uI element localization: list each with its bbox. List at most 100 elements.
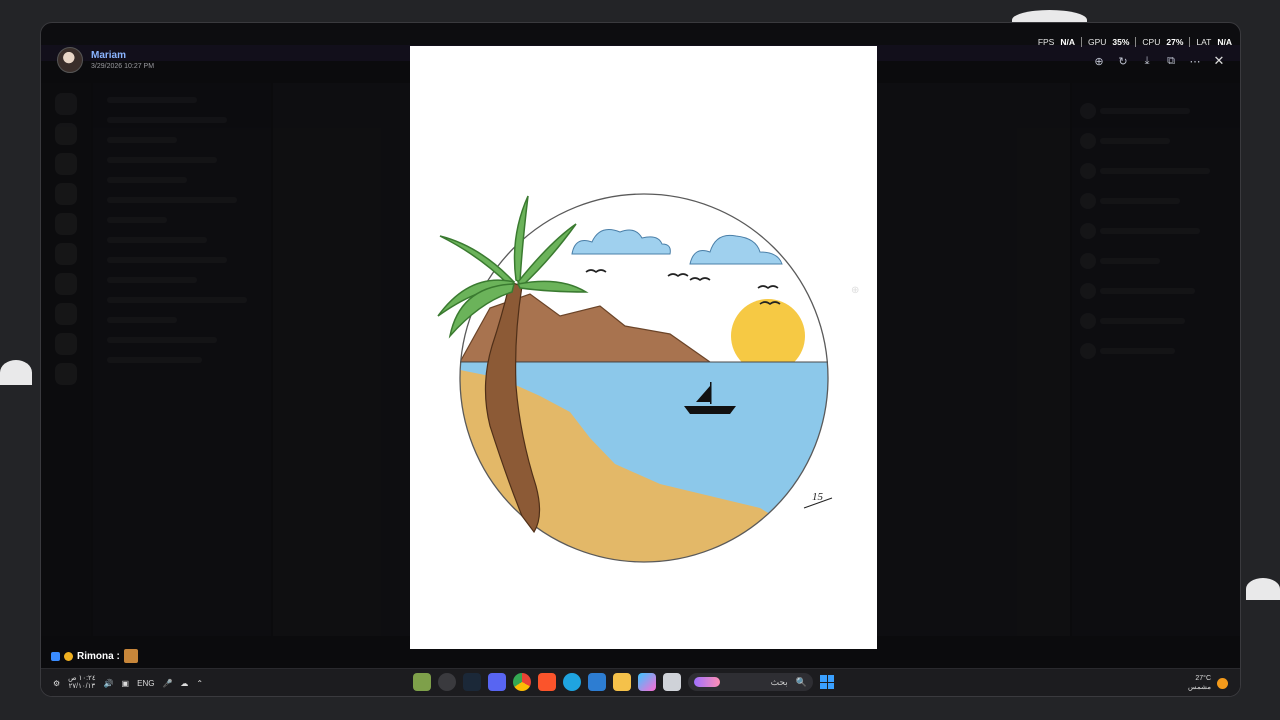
zoom-icon[interactable]: ⊕ xyxy=(1092,55,1106,68)
divider xyxy=(1080,37,1082,47)
channel-item xyxy=(107,337,217,343)
performance-overlay: FPS N/A GPU 35% CPU 27% LAT N/A xyxy=(1038,37,1232,47)
clock[interactable]: ١٠:٢٤ ص ٢٧/١٠/١٣ xyxy=(68,675,95,691)
channel-item xyxy=(107,237,207,243)
task-view-icon[interactable] xyxy=(663,673,681,691)
toast-username: Rimona : xyxy=(77,650,120,662)
channel-list xyxy=(93,83,271,636)
member-name xyxy=(1100,138,1170,144)
sunny-weather-icon xyxy=(1217,677,1228,689)
member-avatar xyxy=(1080,133,1096,149)
fps-label: FPS xyxy=(1037,37,1055,47)
weather-desc: مشمس xyxy=(1188,684,1211,691)
member-avatar xyxy=(1080,223,1096,239)
channel-item xyxy=(107,317,177,323)
server-icon xyxy=(55,93,77,115)
clock-date: ٢٧/١٠/١٣ xyxy=(68,683,96,690)
chevron-up-icon[interactable]: ⌃ xyxy=(196,679,203,688)
server-icon xyxy=(55,273,77,295)
member-avatar xyxy=(1080,313,1096,329)
search-highlight-icon xyxy=(694,677,720,687)
pinned-apps: بحث 🔍 xyxy=(413,673,834,691)
boost-badge-icon xyxy=(51,651,60,661)
settings-icon[interactable]: ⚙ xyxy=(53,679,60,688)
channel-item xyxy=(107,157,217,163)
store-app-icon[interactable] xyxy=(588,673,606,691)
coin-badge-icon xyxy=(64,651,73,661)
copilot-app-icon[interactable] xyxy=(638,673,656,691)
search-icon: 🔍 xyxy=(795,676,807,687)
server-icon xyxy=(55,213,77,235)
server-icon xyxy=(55,153,77,175)
zoom-in-cursor-icon: ⊕ xyxy=(851,285,860,296)
member-avatar xyxy=(1080,103,1096,119)
lat-label: LAT xyxy=(1196,37,1212,47)
divider xyxy=(1189,37,1191,47)
author-name[interactable]: Mariam xyxy=(91,50,154,61)
edge-app-icon[interactable] xyxy=(563,673,581,691)
server-icon xyxy=(55,183,77,205)
open-external-icon[interactable]: ⧉ xyxy=(1164,55,1178,68)
member-name xyxy=(1100,318,1185,324)
desktop-cloud xyxy=(1246,578,1280,600)
beach-drawing: 15 xyxy=(437,193,833,563)
taskbar: ⚙ ١٠:٢٤ ص ٢٧/١٠/١٣ 🔊 ▣ ENG 🎤 ☁ ⌃ بحث 🔍 2… xyxy=(41,668,1240,696)
fps-value: N/A xyxy=(1060,37,1075,47)
avatar[interactable] xyxy=(57,47,83,73)
display-icon[interactable]: ▣ xyxy=(122,679,130,688)
volume-icon[interactable]: 🔊 xyxy=(104,679,114,688)
member-name xyxy=(1100,198,1180,204)
activity-toast[interactable]: Rimona : xyxy=(51,649,138,663)
gpu-label: GPU xyxy=(1087,37,1107,47)
member-name xyxy=(1100,168,1210,174)
clock-app-icon[interactable] xyxy=(438,673,456,691)
member-avatar xyxy=(1080,163,1096,179)
minecraft-app-icon[interactable] xyxy=(413,673,431,691)
media-author: Mariam 3/29/2026 10:27 PM xyxy=(57,47,154,73)
member-list xyxy=(1072,83,1240,636)
channel-item xyxy=(107,297,247,303)
member-avatar xyxy=(1080,343,1096,359)
close-icon[interactable]: ✕ xyxy=(1212,53,1226,69)
server-icon xyxy=(55,333,77,355)
more-icon[interactable]: ⋯ xyxy=(1188,55,1202,68)
member-avatar xyxy=(1080,253,1096,269)
lat-value: N/A xyxy=(1217,37,1232,47)
system-tray: ⚙ ١٠:٢٤ ص ٢٧/١٠/١٣ 🔊 ▣ ENG 🎤 ☁ ⌃ xyxy=(53,675,203,691)
file-explorer-icon[interactable] xyxy=(613,673,631,691)
rotate-icon[interactable]: ↻ xyxy=(1116,55,1130,68)
brave-app-icon[interactable] xyxy=(538,673,556,691)
channel-item xyxy=(107,257,227,263)
microphone-icon[interactable]: 🎤 xyxy=(162,679,172,688)
channel-item xyxy=(107,137,177,143)
member-name xyxy=(1100,228,1200,234)
enlarged-image[interactable]: 15 xyxy=(410,46,877,649)
app-window: Mariam 3/29/2026 10:27 PM FPS N/A GPU 35… xyxy=(40,22,1241,697)
discord-app-icon[interactable] xyxy=(488,673,506,691)
start-button[interactable] xyxy=(820,675,834,689)
member-avatar xyxy=(1080,283,1096,299)
channel-item xyxy=(107,117,227,123)
member-name xyxy=(1100,348,1175,354)
server-icon xyxy=(55,363,77,385)
cloud-sync-icon[interactable]: ☁ xyxy=(180,679,188,688)
download-icon[interactable]: ⤓ xyxy=(1140,55,1154,68)
channel-item xyxy=(107,357,202,363)
weather-widget[interactable]: 27°C مشمس xyxy=(1188,674,1228,692)
channel-item xyxy=(107,217,167,223)
channel-item xyxy=(107,97,197,103)
server-icon xyxy=(55,123,77,145)
member-name xyxy=(1100,288,1195,294)
cpu-label: CPU xyxy=(1142,37,1161,47)
server-rail xyxy=(41,83,91,636)
member-avatar xyxy=(1080,193,1096,209)
server-icon xyxy=(55,303,77,325)
desktop-cloud xyxy=(0,360,32,385)
language-indicator[interactable]: ENG xyxy=(137,679,154,688)
channel-item xyxy=(107,177,187,183)
chrome-app-icon[interactable] xyxy=(513,673,531,691)
gpu-value: 35% xyxy=(1112,37,1130,47)
steam-app-icon[interactable] xyxy=(463,673,481,691)
channel-item xyxy=(107,197,237,203)
taskbar-search[interactable]: بحث 🔍 xyxy=(688,673,813,691)
